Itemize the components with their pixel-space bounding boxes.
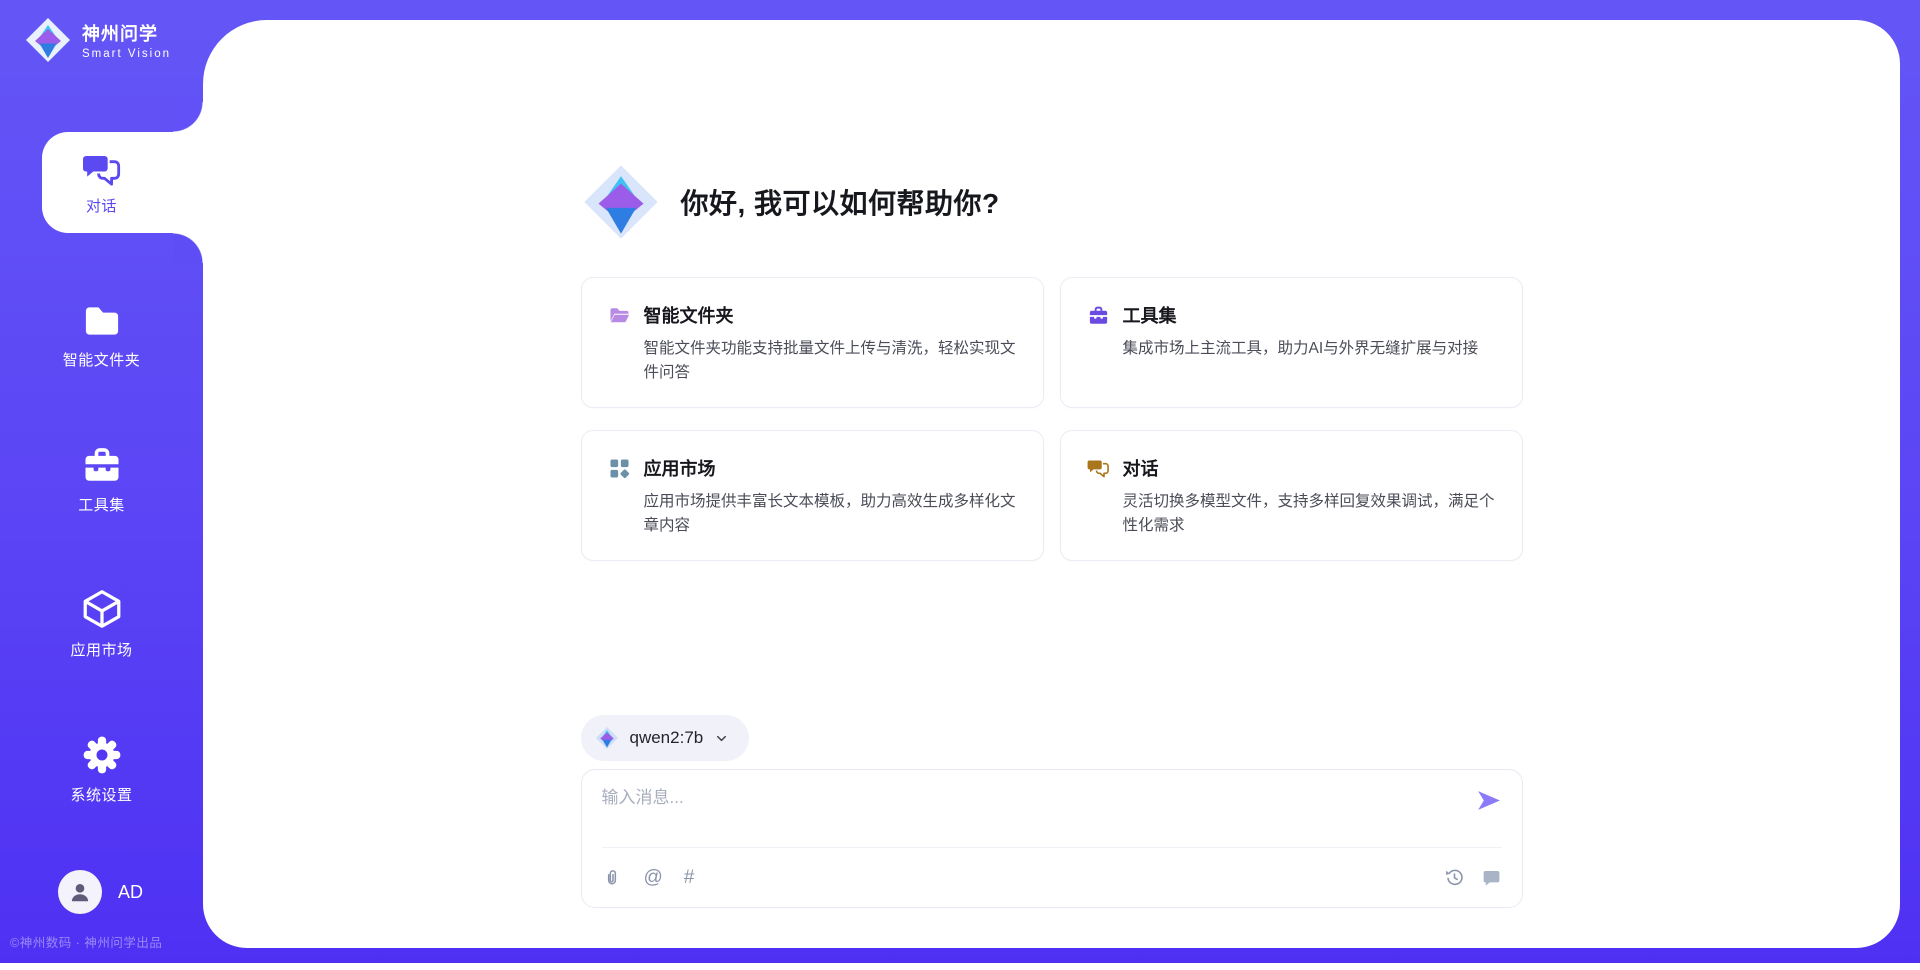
sidebar: 神州问学 Smart Vision 对话 智能文件夹 工具集 应用市场 <box>0 0 203 970</box>
card-toolset[interactable]: 工具集 集成市场上主流工具，助力AI与外界无缝扩展与对接 <box>1060 277 1523 408</box>
card-title: 应用市场 <box>644 455 716 481</box>
card-title: 智能文件夹 <box>644 302 734 328</box>
brand-diamond-icon <box>24 16 72 64</box>
greeting: 你好, 我可以如何帮助你? <box>581 162 1523 242</box>
hashtag-icon[interactable]: # <box>684 868 695 887</box>
feature-cards: 智能文件夹 智能文件夹功能支持批量文件上传与清洗，轻松实现文件问答 工具集 集成… <box>581 277 1523 561</box>
cube-icon <box>79 586 125 632</box>
sidebar-item-chat[interactable]: 对话 <box>42 132 203 233</box>
folder-icon <box>80 300 124 342</box>
model-name: qwen2:7b <box>630 728 704 748</box>
blocks-icon <box>608 457 631 480</box>
sidebar-item-label: 工具集 <box>78 494 125 515</box>
user-account[interactable]: AD <box>58 870 143 914</box>
brand-tagline: Smart Vision <box>82 48 171 60</box>
message-composer: @ # <box>581 769 1523 908</box>
card-description: 灵活切换多模型文件，支持多样回复效果调试，满足个性化需求 <box>1123 490 1496 538</box>
card-description: 集成市场上主流工具，助力AI与外界无缝扩展与对接 <box>1123 337 1496 361</box>
assistant-diamond-icon <box>581 162 661 242</box>
sidebar-item-app-market[interactable]: 应用市场 <box>0 586 203 660</box>
sidebar-footer: ©神州数码 · 神州问学出品 <box>10 932 203 951</box>
user-initials: AD <box>118 882 143 903</box>
app-logo: 神州问学 Smart Vision <box>24 16 171 64</box>
gear-icon <box>80 733 124 777</box>
tab-fillet-top <box>173 102 203 132</box>
sidebar-item-label: 对话 <box>86 195 117 216</box>
card-description: 应用市场提供丰富长文本模板，助力高效生成多样化文章内容 <box>644 490 1017 538</box>
person-icon <box>67 879 93 905</box>
greeting-text: 你好, 我可以如何帮助你? <box>681 182 1000 222</box>
toolbox-icon <box>79 443 125 487</box>
card-title: 工具集 <box>1123 302 1177 328</box>
sidebar-item-label: 智能文件夹 <box>63 349 141 370</box>
send-icon[interactable] <box>1475 787 1502 814</box>
model-selector[interactable]: qwen2:7b <box>581 715 750 761</box>
chat-composer-area: qwen2:7b <box>581 715 1523 908</box>
sidebar-item-settings[interactable]: 系统设置 <box>0 733 203 805</box>
mention-icon[interactable]: @ <box>644 868 663 887</box>
chat-icon <box>82 150 122 190</box>
card-smart-folder[interactable]: 智能文件夹 智能文件夹功能支持批量文件上传与清洗，轻松实现文件问答 <box>581 277 1044 408</box>
main-panel: 你好, 我可以如何帮助你? 智能文件夹 智能文件夹功能支持批量文件上传与清洗，轻… <box>203 20 1900 948</box>
chat-icon <box>1087 457 1110 480</box>
chat-bubble-icon[interactable] <box>1481 867 1502 888</box>
brand-name: 神州问学 <box>82 20 171 46</box>
avatar[interactable] <box>58 870 102 914</box>
toolbox-icon <box>1087 304 1110 327</box>
card-title: 对话 <box>1123 455 1159 481</box>
card-description: 智能文件夹功能支持批量文件上传与清洗，轻松实现文件问答 <box>644 337 1017 385</box>
bottom-strip <box>0 963 1920 970</box>
card-chat[interactable]: 对话 灵活切换多模型文件，支持多样回复效果调试，满足个性化需求 <box>1060 430 1523 561</box>
model-diamond-icon <box>595 726 619 750</box>
history-icon[interactable] <box>1444 867 1465 888</box>
tab-fillet-bottom <box>173 233 203 263</box>
attachment-icon[interactable] <box>602 867 623 888</box>
sidebar-item-toolset[interactable]: 工具集 <box>0 443 203 515</box>
sidebar-item-smart-folder[interactable]: 智能文件夹 <box>0 300 203 370</box>
sidebar-item-label: 应用市场 <box>70 639 132 660</box>
sidebar-item-label: 系统设置 <box>70 784 132 805</box>
folder-open-icon <box>608 304 631 327</box>
card-app-market[interactable]: 应用市场 应用市场提供丰富长文本模板，助力高效生成多样化文章内容 <box>581 430 1044 561</box>
message-input[interactable] <box>602 785 1475 808</box>
chevron-down-icon <box>714 731 729 746</box>
